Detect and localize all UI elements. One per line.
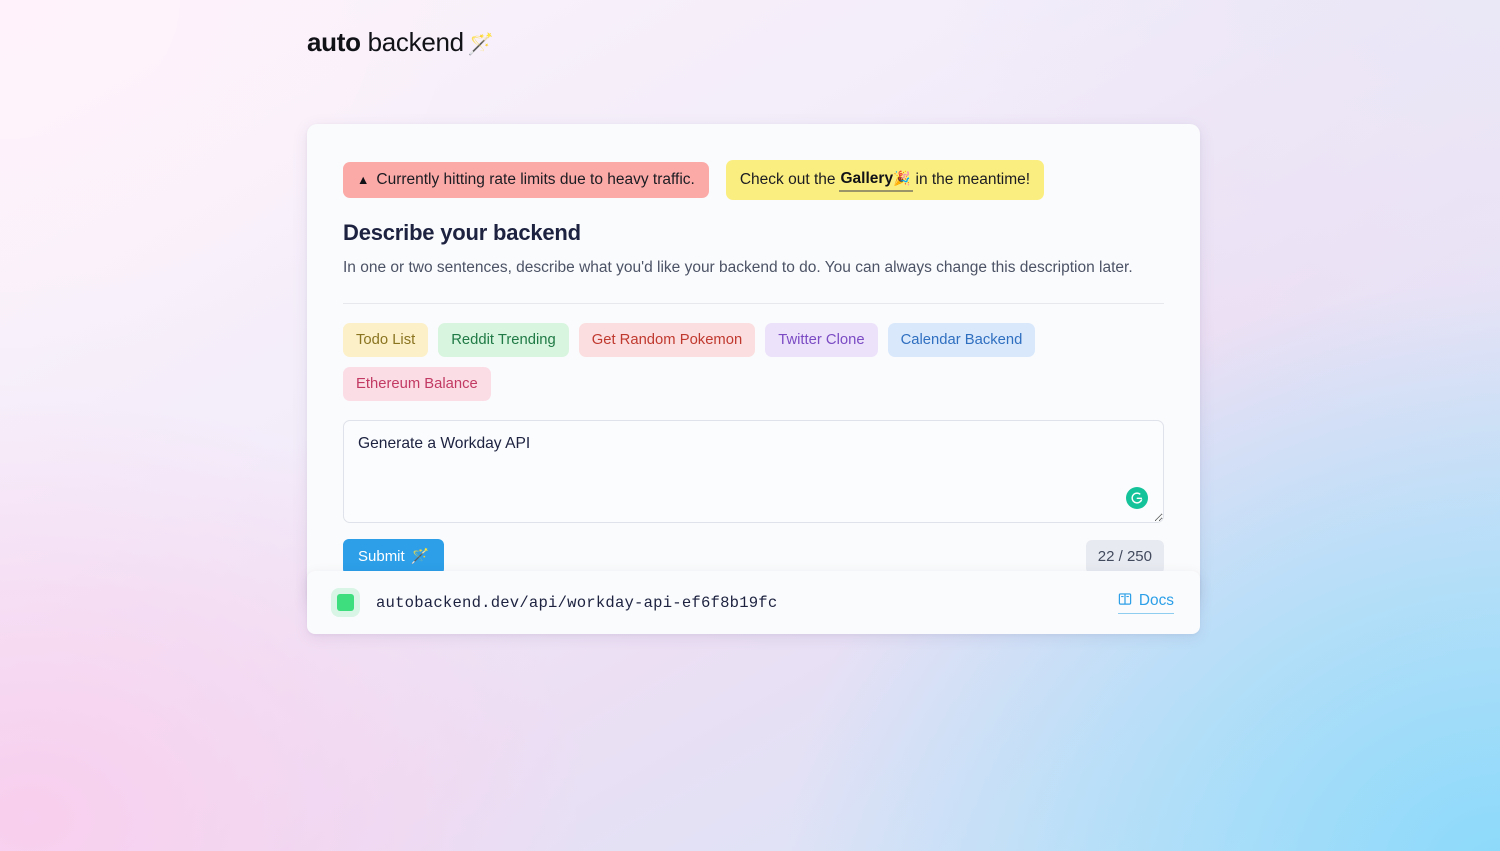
endpoint-card: autobackend.dev/api/workday-api-ef6f8b19…	[307, 571, 1200, 634]
submit-button[interactable]: Submit 🪄	[343, 539, 445, 575]
prompt-field-wrapper	[343, 420, 1164, 523]
backend-description-input[interactable]	[343, 420, 1164, 523]
warning-triangle-icon: ▲	[357, 172, 370, 187]
magic-wand-icon: 🪄	[467, 33, 494, 56]
endpoint-url[interactable]: autobackend.dev/api/workday-api-ef6f8b19…	[376, 594, 777, 612]
character-counter: 22 / 250	[1085, 540, 1164, 574]
app-root: auto backend 🪄 ▲ Currently hitting rate l…	[0, 0, 1500, 851]
gallery-link-label: Gallery	[840, 170, 894, 187]
preset-chip-get-random-pokemon[interactable]: Get Random Pokemon	[578, 323, 756, 357]
gallery-link[interactable]: Gallery🎉	[838, 168, 913, 192]
page-title: Describe your backend	[343, 220, 581, 245]
preset-chip-calendar-backend[interactable]: Calendar Backend	[887, 323, 1036, 357]
preset-chip-twitter-clone[interactable]: Twitter Clone	[765, 323, 878, 357]
magic-wand-icon: 🪄	[410, 548, 430, 565]
submit-button-label: Submit	[358, 548, 405, 565]
preset-chip-list: Todo List Reddit Trending Get Random Pokem…	[343, 323, 1164, 401]
book-icon	[1118, 592, 1132, 611]
describe-backend-card: ▲ Currently hitting rate limits due to h…	[307, 124, 1200, 605]
status-indicator-icon	[337, 594, 354, 611]
rate-limit-banner: ▲ Currently hitting rate limits due to h…	[343, 162, 709, 198]
party-popper-icon: 🎉	[893, 170, 911, 186]
rate-limit-banner-text: Currently hitting rate limits due to hea…	[376, 171, 695, 188]
section-divider	[343, 303, 1164, 304]
logo-text-auto: auto	[307, 27, 361, 57]
preset-chip-reddit-trending[interactable]: Reddit Trending	[438, 323, 569, 357]
gallery-banner-prefix: Check out the	[739, 171, 836, 188]
endpoint-info: autobackend.dev/api/workday-api-ef6f8b19…	[337, 594, 777, 612]
docs-link[interactable]: Docs	[1117, 592, 1174, 614]
docs-link-label: Docs	[1138, 592, 1174, 609]
gallery-banner-suffix: in the meantime!	[915, 171, 1031, 188]
preset-chip-todo-list[interactable]: Todo List	[343, 323, 429, 357]
preset-chip-ethereum-balance[interactable]: Ethereum Balance	[343, 367, 491, 401]
banner-row: ▲ Currently hitting rate limits due to h…	[343, 160, 1164, 200]
app-logo[interactable]: auto backend 🪄	[307, 26, 494, 61]
logo-text-backend: backend	[360, 27, 465, 57]
gallery-banner: Check out the Gallery🎉 in the meantime!	[725, 160, 1045, 200]
form-footer: Submit 🪄 22 / 250	[343, 539, 1164, 575]
grammarly-icon[interactable]	[1126, 487, 1148, 509]
page-subtitle: In one or two sentences, describe what y…	[343, 259, 1133, 276]
